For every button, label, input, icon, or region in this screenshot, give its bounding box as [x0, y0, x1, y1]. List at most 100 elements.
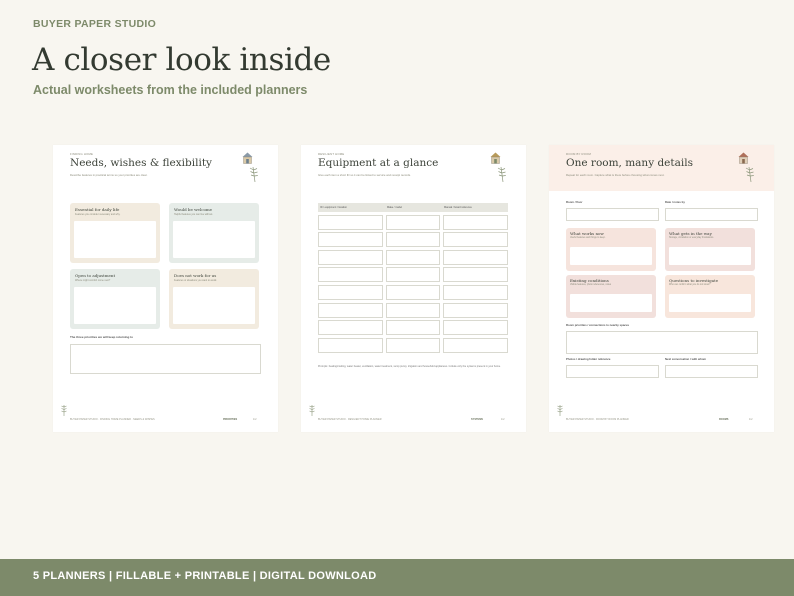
sheet-description: Describe features in practical terms so … [70, 173, 148, 177]
card-subtitle: Storage, circulation or everyday frustra… [669, 237, 714, 239]
table-cell[interactable] [386, 267, 440, 283]
column-header: ID / equipment / location [320, 206, 347, 209]
table-row [318, 320, 508, 336]
table-cell[interactable] [386, 249, 440, 265]
leaf-sprig-icon [497, 166, 506, 183]
table-cell[interactable] [318, 337, 383, 353]
table-row [318, 214, 508, 230]
table-cell[interactable] [386, 214, 440, 230]
room-floor-label: Room / floor [566, 200, 583, 204]
house-icon [242, 152, 253, 164]
room-card-existing-conditions: Existing conditions Visible features, ph… [566, 275, 656, 318]
house-icon [490, 152, 501, 164]
card-write-area[interactable] [570, 294, 652, 312]
sheet-kicker: RESILIENT HOME [318, 152, 345, 156]
table-cell[interactable] [318, 320, 383, 336]
table-row [318, 249, 508, 265]
card-write-area[interactable] [173, 287, 255, 324]
table-cell[interactable] [443, 232, 508, 248]
table-cell[interactable] [443, 302, 508, 318]
needs-card-essential: Essential for daily life Features you co… [70, 203, 160, 263]
card-write-area[interactable] [74, 287, 156, 324]
table-row [318, 232, 508, 248]
card-subtitle: Useful features and things to keep. [570, 237, 606, 239]
table-cell[interactable] [443, 267, 508, 283]
date-notes-field[interactable] [665, 208, 758, 221]
table-cell[interactable] [443, 214, 508, 230]
table-cell[interactable] [443, 320, 508, 336]
table-cell[interactable] [386, 232, 440, 248]
table-cell[interactable] [386, 320, 440, 336]
brand-label: BUYER PAPER STUDIO [33, 18, 157, 30]
table-row [318, 302, 508, 318]
card-write-area[interactable] [669, 294, 751, 312]
leaf-sprig-icon [249, 166, 258, 183]
footer-sprig-icon [309, 405, 315, 416]
table-cell[interactable] [443, 337, 508, 353]
footer-banner: 5 PLANNERS | FILLABLE + PRINTABLE | DIGI… [0, 559, 794, 596]
sheet-page-number: 1/2 [253, 418, 257, 421]
leaf-sprig-icon [745, 166, 754, 183]
card-write-area[interactable] [669, 247, 751, 265]
sheet-kicker: FINDING HOME [70, 152, 94, 156]
card-title: Questions to investigate [669, 278, 719, 283]
table-cell[interactable] [318, 214, 383, 230]
card-write-area[interactable] [173, 221, 255, 258]
card-write-area[interactable] [74, 221, 156, 258]
page-subline: Actual worksheets from the included plan… [33, 83, 308, 97]
next-conversation-field[interactable] [665, 365, 758, 378]
card-title: Essential for daily life [75, 207, 120, 212]
table-cell[interactable] [318, 267, 383, 283]
sheet-footer-left: BUYER PAPER STUDIO · RESILIENT HOME PLAN… [318, 418, 382, 421]
equipment-table: ID / equipment / location Make / model M… [318, 203, 508, 353]
card-subtitle: Features or situations you want to avoid… [174, 279, 217, 282]
sheet-title: Needs, wishes & flexibility [70, 157, 212, 169]
card-subtitle: Where might comfort come next? [75, 279, 111, 282]
needs-card-not-for-us: Does not work for us Features or situati… [169, 269, 259, 329]
column-header: Manual / board reference [444, 206, 472, 209]
priorities-label: The three priorities we will keep return… [70, 335, 134, 339]
sheet-footer-right: ROOMS [719, 418, 729, 421]
sheet-footer-left: BUYER PAPER STUDIO · FINDING HOME PLANNE… [70, 418, 155, 421]
room-card-questions: Questions to investigate Who can confirm… [665, 275, 755, 318]
sheet-footer-right: PRIORITIES [223, 418, 238, 421]
table-note: Prompts: heating/cooling, water heater, … [318, 365, 501, 368]
page-headline: A closer look inside [32, 42, 331, 78]
table-header: ID / equipment / location Make / model M… [318, 203, 508, 212]
table-cell[interactable] [386, 284, 440, 300]
next-conversation-label: Next conversation / with whom [665, 357, 707, 361]
footer-sprig-icon [557, 405, 563, 416]
card-subtitle: Visible features, photo references, note… [570, 284, 612, 286]
priorities-box[interactable] [70, 344, 261, 374]
sheet-footer-right: SYSTEMS [471, 418, 483, 421]
house-icon [738, 152, 749, 164]
table-cell[interactable] [386, 302, 440, 318]
room-floor-field[interactable] [566, 208, 659, 221]
card-subtitle: Helpful features you can live without. [174, 213, 213, 216]
card-title: What gets in the way [669, 231, 712, 236]
needs-card-adjustment: Open to adjustment Where might comfort c… [70, 269, 160, 329]
needs-card-welcome: Would be welcome Helpful features you ca… [169, 203, 259, 263]
photos-field[interactable] [566, 365, 659, 378]
worksheet-room-details: ROOM BY ROOM One room, many details Repe… [549, 145, 774, 432]
worksheet-equipment: RESILIENT HOME Equipment at a glance Giv… [301, 145, 526, 432]
card-write-area[interactable] [570, 247, 652, 265]
table-cell[interactable] [318, 302, 383, 318]
table-row [318, 284, 508, 300]
photos-label: Photos / drawing folder reference [566, 357, 611, 361]
worksheet-needs-wishes: FINDING HOME Needs, wishes & flexibility… [53, 145, 278, 432]
table-cell[interactable] [386, 337, 440, 353]
room-card-in-the-way: What gets in the way Storage, circulatio… [665, 228, 755, 271]
table-cell[interactable] [318, 249, 383, 265]
card-title: Does not work for us [174, 273, 217, 278]
room-card-works-now: What works now Useful features and thing… [566, 228, 656, 271]
table-cell[interactable] [318, 232, 383, 248]
table-cell[interactable] [443, 249, 508, 265]
table-cell[interactable] [443, 284, 508, 300]
footer-sprig-icon [61, 405, 67, 416]
room-priorities-field[interactable] [566, 331, 758, 354]
sheet-description: Repeat for each room. Capture what is th… [566, 173, 665, 177]
table-cell[interactable] [318, 284, 383, 300]
card-subtitle: Who can confirm what you do not know? [669, 284, 711, 286]
footer-text: 5 PLANNERS | FILLABLE + PRINTABLE | DIGI… [33, 570, 377, 582]
